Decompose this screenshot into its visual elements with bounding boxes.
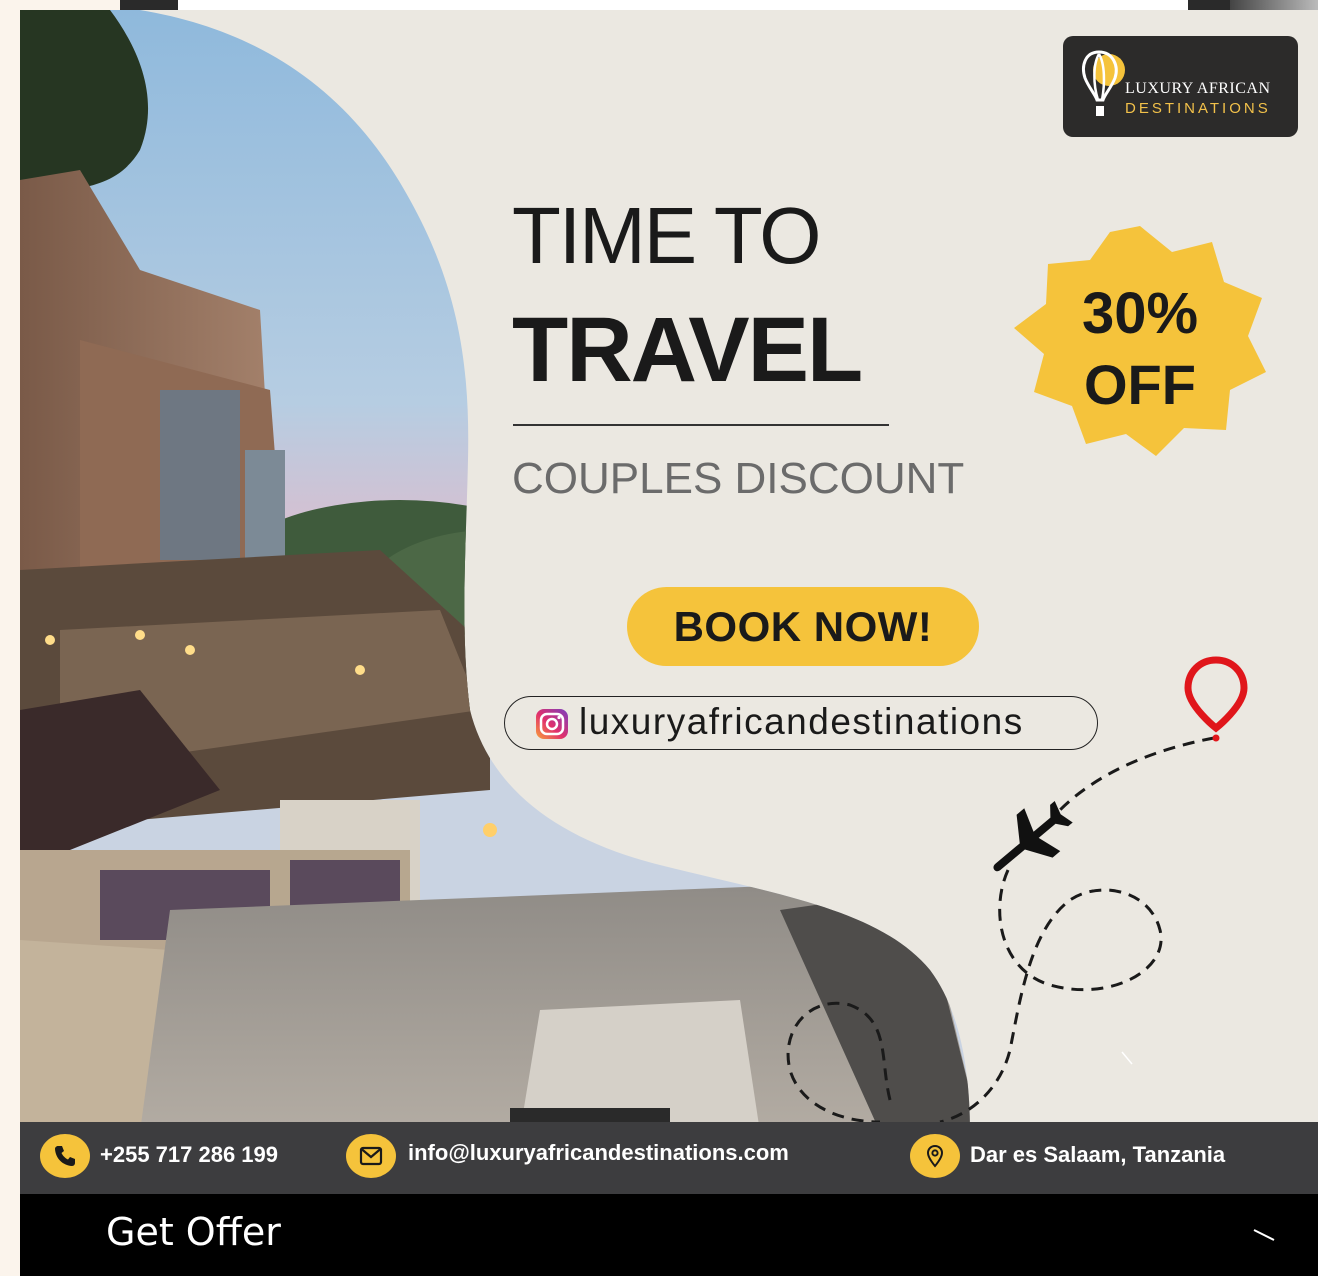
get-offer-label: Get Offer [106, 1210, 281, 1254]
story-names-strip [178, 0, 1188, 10]
instagram-icon [536, 709, 568, 739]
couples-discount-subtitle: COUPLES DISCOUNT [512, 454, 965, 503]
map-pin-icon [910, 1134, 960, 1178]
phone-number[interactable]: +255 717 286 199 [100, 1142, 278, 1168]
top-story-strip [120, 0, 1318, 10]
brand-name-line1: LUXURY AFRICAN [1125, 80, 1271, 97]
discount-percent: 30% [1081, 281, 1199, 346]
mail-icon [346, 1134, 396, 1178]
brand-name-line2: DESTINATIONS [1125, 100, 1271, 117]
contact-bar: +255 717 286 199 info@luxuryafricandesti… [20, 1122, 1318, 1194]
book-now-button[interactable]: BOOK NOW! [627, 587, 979, 666]
email-address[interactable]: info@luxuryafricandestinations.com [408, 1140, 789, 1166]
promo-post: LUXURY AFRICAN DESTINATIONS TIME TO TRAV… [20, 10, 1318, 1194]
headline-travel: TRAVEL [512, 299, 863, 401]
left-margin [0, 10, 20, 1276]
location-text: Dar es Salaam, Tanzania [970, 1142, 1226, 1167]
brand-logo: LUXURY AFRICAN DESTINATIONS [1063, 36, 1298, 137]
get-offer-bar[interactable]: Get Offer [20, 1194, 1318, 1276]
balloon-logo-icon [1082, 50, 1125, 116]
story-strip-edge [1230, 0, 1318, 10]
discount-off-label: OFF [1084, 353, 1196, 416]
instagram-handle-text: luxuryafricandestinations [579, 701, 1024, 742]
instagram-handle-pill[interactable]: luxuryafricandestinations [504, 696, 1098, 750]
phone-icon [40, 1134, 90, 1178]
chevron-icon[interactable] [1252, 1228, 1278, 1242]
headline-time-to: TIME TO [512, 191, 822, 280]
discount-badge: 30% OFF [1012, 224, 1268, 456]
headline-divider [513, 424, 889, 426]
